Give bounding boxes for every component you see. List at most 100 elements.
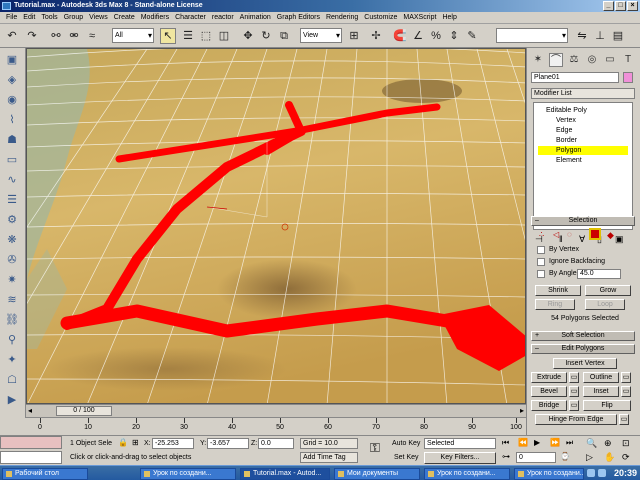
modifier-list-dropdown[interactable]: Modifier List — [531, 88, 635, 99]
tray-volume-icon[interactable] — [598, 469, 606, 477]
ignore-backfacing-checkbox[interactable] — [537, 258, 545, 266]
bridge-settings-icon[interactable]: ▭ — [569, 400, 579, 411]
object-name-field[interactable]: Plane01 — [531, 72, 619, 83]
layer-manager-icon[interactable]: ▤ — [610, 28, 626, 44]
grow-button[interactable]: Grow — [585, 285, 631, 296]
go-to-end-icon[interactable]: ⏭ — [566, 438, 573, 448]
reactor-wind-icon[interactable]: ❋ — [4, 232, 20, 248]
modify-tab-icon[interactable]: ⌒ — [549, 53, 563, 67]
close-icon[interactable]: × — [627, 1, 638, 11]
prev-frame-icon[interactable]: ◂ — [28, 406, 32, 415]
object-color-swatch[interactable] — [623, 72, 633, 83]
key-filters-button[interactable]: Key Filters... — [424, 452, 496, 464]
redo-icon[interactable]: ↷ — [24, 28, 40, 44]
create-tab-icon[interactable]: ✶ — [531, 53, 545, 67]
add-time-tag[interactable]: Add Time Tag — [300, 452, 358, 463]
pivot-icon[interactable]: ⊞ — [346, 28, 362, 44]
maxscript-input[interactable] — [0, 451, 62, 464]
maximize-icon[interactable]: □ — [615, 1, 626, 11]
by-vertex-checkbox[interactable] — [537, 246, 545, 254]
select-manipulate-icon[interactable]: ✢ — [368, 28, 384, 44]
bridge-button[interactable]: Bridge — [531, 400, 567, 411]
arc-rotate-icon[interactable]: ⟳ — [622, 452, 630, 463]
unlink-icon[interactable]: ⚮ — [66, 28, 82, 44]
reactor-rope-icon[interactable]: ⌇ — [4, 112, 20, 128]
zoom-extents-icon[interactable]: ⊡ — [622, 438, 630, 449]
ring-button[interactable]: Ring — [535, 299, 575, 310]
by-angle-checkbox[interactable] — [537, 270, 545, 278]
vertex-mode-icon[interactable]: ∴ — [539, 230, 544, 239]
menu-views[interactable]: Views — [86, 12, 111, 23]
spinner-snap-icon[interactable]: ⇕ — [446, 28, 462, 44]
x-coordinate-field[interactable]: -25.253 — [152, 438, 194, 449]
menu-animation[interactable]: Animation — [237, 12, 274, 23]
named-selection-icon[interactable]: ✎ — [464, 28, 480, 44]
rect-selection-icon[interactable]: ⬚ — [198, 28, 214, 44]
loop-button[interactable]: Loop — [585, 299, 625, 310]
scale-icon[interactable]: ⧉ — [276, 28, 292, 44]
select-object-icon[interactable]: ↖ — [160, 28, 176, 44]
minimize-icon[interactable]: _ — [603, 1, 614, 11]
zoom-all-icon[interactable]: ⊕ — [604, 438, 612, 449]
prev-key-icon[interactable]: ⏪ — [518, 438, 528, 447]
bevel-settings-icon[interactable]: ▭ — [569, 386, 579, 397]
reactor-plane-icon[interactable]: ▭ — [4, 152, 20, 168]
reactor-ragdoll-icon[interactable]: ☖ — [4, 372, 20, 388]
angle-snap-icon[interactable]: ∠ — [410, 28, 426, 44]
key-icon[interactable]: ⚿ — [370, 440, 380, 456]
rollout-edit-polygons[interactable]: Edit Polygons — [531, 344, 635, 354]
taskbar-item-lesson-3[interactable]: Урок по создани... — [514, 468, 584, 480]
hinge-settings-icon[interactable]: ▭ — [619, 414, 629, 425]
ref-coord-dropdown[interactable]: View — [300, 28, 342, 43]
stack-item-editable-poly[interactable]: Editable Poly — [538, 106, 628, 115]
extrude-settings-icon[interactable]: ▭ — [569, 372, 579, 383]
menu-reactor[interactable]: reactor — [209, 12, 237, 23]
menu-group[interactable]: Group — [61, 12, 86, 23]
reactor-fracture-icon[interactable]: ✷ — [4, 272, 20, 288]
stack-item-polygon[interactable]: Polygon — [538, 146, 628, 155]
reactor-deform-icon[interactable]: ☗ — [4, 132, 20, 148]
stack-item-edge[interactable]: Edge — [538, 126, 628, 135]
reactor-hinge-icon[interactable]: ⚲ — [4, 332, 20, 348]
menu-help[interactable]: Help — [439, 12, 459, 23]
by-angle-input[interactable]: 45.0 — [577, 269, 621, 279]
inset-settings-icon[interactable]: ▭ — [621, 386, 631, 397]
menu-file[interactable]: File — [3, 12, 20, 23]
maxscript-listener-mini[interactable] — [0, 436, 62, 449]
time-slider[interactable]: 0 / 100 ◂ ▸ — [26, 404, 526, 417]
select-link-icon[interactable]: ⚯ — [48, 28, 64, 44]
selection-filter-dropdown[interactable]: All — [112, 28, 154, 43]
taskbar-item-my-documents[interactable]: Мои документы — [334, 468, 420, 480]
named-selection-sets[interactable] — [496, 28, 568, 43]
reactor-soft-icon[interactable]: ◉ — [4, 92, 20, 108]
make-unique-icon[interactable]: ∀ — [579, 234, 585, 245]
time-config-icon[interactable]: ⌚ — [560, 452, 570, 461]
next-frame-icon[interactable]: ▸ — [520, 406, 524, 415]
hierarchy-tab-icon[interactable]: ⚖ — [567, 53, 581, 67]
field-of-view-icon[interactable]: ▷ — [586, 452, 593, 463]
perspective-viewport[interactable] — [26, 48, 526, 404]
bevel-button[interactable]: Bevel — [531, 386, 567, 397]
reactor-water-icon[interactable]: ≋ — [4, 292, 20, 308]
reactor-motor-icon[interactable]: ⚙ — [4, 212, 20, 228]
polygon-mode-icon[interactable] — [589, 228, 601, 240]
inset-button[interactable]: Inset — [583, 386, 619, 397]
reactor-point-icon[interactable]: ✦ — [4, 352, 20, 368]
taskbar-item-3dsmax[interactable]: Tutorial.max - Autod... — [240, 468, 330, 480]
z-coordinate-field[interactable]: 0.0 — [258, 438, 294, 449]
stack-item-border[interactable]: Border — [538, 136, 628, 145]
key-mode-dropdown[interactable]: Selected — [424, 438, 496, 449]
extrude-button[interactable]: Extrude — [531, 372, 567, 383]
go-to-start-icon[interactable]: ⏮ — [502, 438, 509, 448]
flip-button[interactable]: Flip — [583, 400, 631, 411]
reactor-dashpot-icon[interactable]: ☰ — [4, 192, 20, 208]
auto-key-label[interactable]: Auto Key — [392, 438, 420, 449]
rotate-icon[interactable]: ↻ — [258, 28, 274, 44]
tray-network-icon[interactable] — [587, 469, 595, 477]
menu-customize[interactable]: Customize — [361, 12, 400, 23]
border-mode-icon[interactable]: ◌ — [567, 230, 572, 239]
key-mode-toggle-icon[interactable]: ⊶ — [502, 452, 510, 461]
mirror-icon[interactable]: ⇋ — [574, 28, 590, 44]
show-end-result-icon[interactable]: ‖ — [559, 234, 563, 244]
utilities-tab-icon[interactable]: T — [621, 53, 635, 67]
